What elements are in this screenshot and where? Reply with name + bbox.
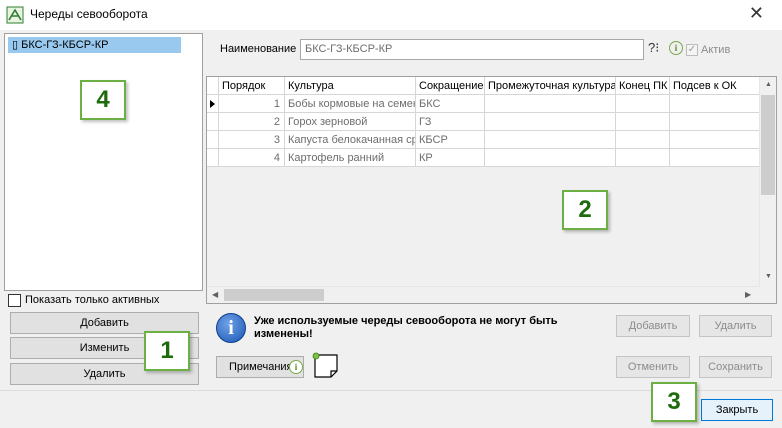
cell-undersow[interactable]: [670, 149, 760, 167]
close-button[interactable]: Закрыть: [701, 399, 773, 421]
cell-abbr[interactable]: ГЗ: [416, 113, 485, 131]
cell-intermediate[interactable]: [485, 95, 616, 113]
grid-header: Порядок Культура Сокращение Промежуточна…: [207, 77, 760, 95]
col-header-undersow[interactable]: Подсев к ОК: [670, 77, 760, 95]
scroll-down-icon[interactable]: ▼: [765, 273, 772, 280]
list-item-label: БКС-ГЗ-КБСР-КР: [21, 39, 109, 51]
row-marker: [207, 149, 219, 167]
cell-undersow[interactable]: [670, 113, 760, 131]
table-row[interactable]: 1 Бобы кормовые на семена БКС: [207, 95, 760, 113]
cancel-button[interactable]: Отменить: [616, 356, 690, 378]
cell-culture[interactable]: Капуста белокачанная ср: [285, 131, 416, 149]
scrollbar-thumb[interactable]: [224, 289, 324, 301]
cell-culture[interactable]: Бобы кормовые на семена: [285, 95, 416, 113]
save-button[interactable]: Сохранить: [699, 356, 772, 378]
cell-culture[interactable]: Горох зерновой: [285, 113, 416, 131]
active-label: Актив: [701, 44, 731, 56]
cell-order[interactable]: 1: [219, 95, 285, 113]
crop-grid[interactable]: Порядок Культура Сокращение Промежуточна…: [206, 76, 777, 304]
cell-intermediate[interactable]: [485, 149, 616, 167]
table-row[interactable]: 4 Картофель ранний КР: [207, 149, 760, 167]
scroll-left-icon[interactable]: ◀: [212, 290, 218, 299]
grid-vertical-scrollbar[interactable]: ▲ ▼: [759, 77, 776, 286]
col-header-abbr[interactable]: Сокращение: [416, 77, 485, 95]
current-row-marker-icon: [207, 95, 219, 113]
col-header-culture[interactable]: Культура: [285, 77, 416, 95]
info-icon[interactable]: i: [669, 41, 683, 55]
col-header-order[interactable]: Порядок: [219, 77, 285, 95]
notes-button-label: Примечания: [229, 361, 293, 373]
cell-undersow[interactable]: [670, 95, 760, 113]
cell-abbr[interactable]: КБСР: [416, 131, 485, 149]
notes-button[interactable]: Примечания i: [216, 356, 304, 378]
grid-body: 1 Бобы кормовые на семена БКС 2 Горох зе…: [207, 95, 760, 167]
callout-4: 4: [80, 80, 126, 120]
grid-delete-button[interactable]: Удалить: [699, 315, 772, 337]
row-marker: [207, 113, 219, 131]
grid-add-button[interactable]: Добавить: [616, 315, 690, 337]
scrollbar-thumb[interactable]: [761, 95, 775, 195]
info-text: Уже используемые череды севооборота не м…: [254, 315, 558, 340]
grid-header-marker: [207, 77, 219, 95]
show-active-only-checkbox-row[interactable]: Показать только активных: [8, 293, 159, 307]
show-active-only-label: Показать только активных: [25, 294, 160, 306]
cell-end-pk[interactable]: [616, 149, 670, 167]
cell-order[interactable]: 2: [219, 113, 285, 131]
cell-end-pk[interactable]: [616, 113, 670, 131]
app-icon: [6, 6, 24, 24]
table-row[interactable]: 3 Капуста белокачанная ср КБСР: [207, 131, 760, 149]
show-active-only-checkbox[interactable]: [8, 293, 21, 307]
note-icon[interactable]: [312, 352, 340, 380]
cell-intermediate[interactable]: [485, 113, 616, 131]
callout-2: 2: [562, 190, 608, 230]
info-icon: i: [289, 360, 303, 374]
cell-order[interactable]: 4: [219, 149, 285, 167]
cell-order[interactable]: 3: [219, 131, 285, 149]
info-icon: i: [216, 313, 246, 343]
cell-abbr[interactable]: КР: [416, 149, 485, 167]
cell-end-pk[interactable]: [616, 95, 670, 113]
list-item-prefix: ▯: [12, 39, 19, 51]
callout-1: 1: [144, 331, 190, 371]
cell-culture[interactable]: Картофель ранний: [285, 149, 416, 167]
scroll-right-icon[interactable]: ▶: [745, 290, 751, 299]
table-row[interactable]: 2 Горох зерновой ГЗ: [207, 113, 760, 131]
title-bar: Череды севооборота ✕: [0, 0, 782, 30]
cell-undersow[interactable]: [670, 131, 760, 149]
help-icon[interactable]: ?⁝: [648, 40, 659, 56]
col-header-intermediate[interactable]: Промежуточная культура: [485, 77, 616, 95]
col-header-end-pk[interactable]: Конец ПК: [616, 77, 670, 95]
list-item[interactable]: ▯ БКС-ГЗ-КБСР-КР: [8, 37, 181, 53]
grid-horizontal-scrollbar[interactable]: ◀ ▶: [207, 286, 760, 303]
rotation-list[interactable]: ▯ БКС-ГЗ-КБСР-КР: [4, 33, 203, 291]
name-label: Наименование: [220, 43, 297, 55]
window-title: Череды севооборота: [30, 7, 148, 21]
cell-intermediate[interactable]: [485, 131, 616, 149]
info-message: i Уже используемые череды севооборота не…: [216, 313, 606, 345]
close-icon[interactable]: ✕: [749, 3, 764, 23]
row-marker: [207, 131, 219, 149]
callout-3: 3: [651, 382, 697, 422]
cell-end-pk[interactable]: [616, 131, 670, 149]
cell-abbr[interactable]: БКС: [416, 95, 485, 113]
active-checkbox-row: ✓ Актив: [686, 44, 730, 56]
scroll-up-icon[interactable]: ▲: [765, 81, 772, 88]
name-input[interactable]: БКС-ГЗ-КБСР-КР: [300, 39, 644, 60]
active-checkbox: ✓: [686, 44, 698, 56]
